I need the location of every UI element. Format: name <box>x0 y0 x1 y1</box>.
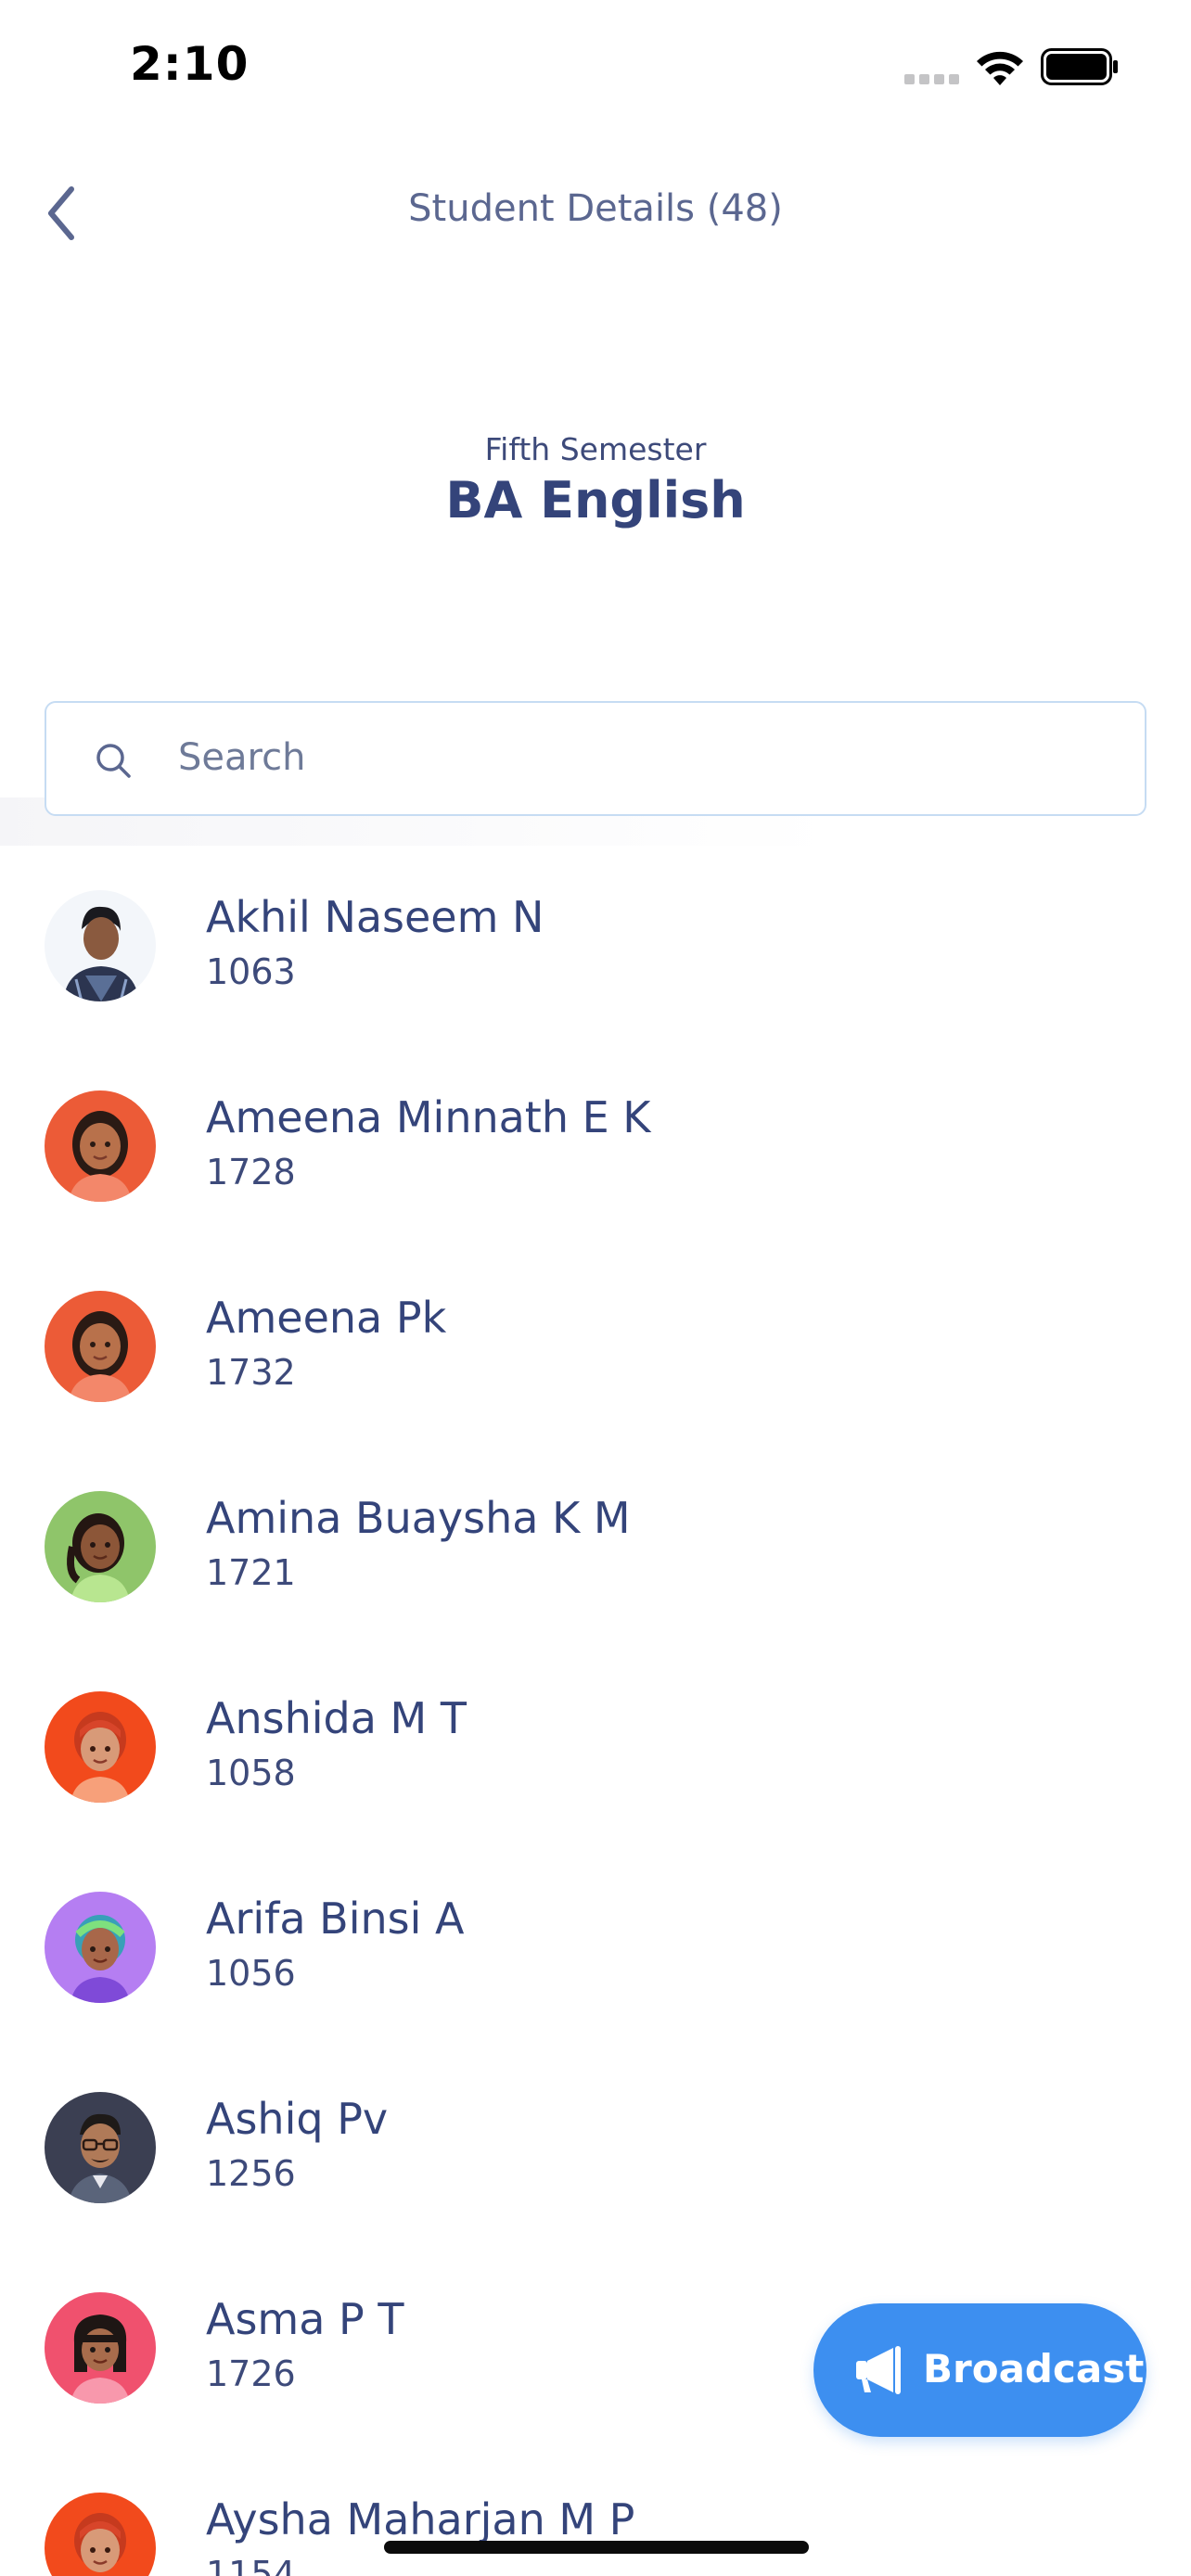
wifi-icon <box>977 51 1023 85</box>
student-name: Anshida M T <box>206 1693 467 1743</box>
student-avatar <box>45 1491 156 1602</box>
page-title: Student Details (48) <box>408 187 783 230</box>
search-input[interactable]: Search <box>45 701 1146 816</box>
student-name: Aysha Maharjan M P <box>206 2494 635 2544</box>
student-avatar <box>45 2092 156 2203</box>
student-details-screen: 2:10 Student Details (48) Fifth Semester… <box>0 0 1191 2576</box>
student-name: Akhil Naseem N <box>206 892 544 942</box>
student-id: 1726 <box>206 2353 296 2394</box>
student-id: 1721 <box>206 1552 296 1593</box>
student-name: Amina Buaysha K M <box>206 1493 631 1543</box>
status-bar: 2:10 <box>0 0 1191 139</box>
semester-label: Fifth Semester <box>484 431 707 467</box>
student-id: 1154 <box>206 2554 296 2576</box>
student-avatar <box>45 2292 156 2404</box>
cellular-signal-icon <box>904 74 960 87</box>
student-row[interactable]: Akhil Naseem N 1063 <box>0 846 1191 1046</box>
student-name: Arifa Binsi A <box>206 1894 465 1944</box>
student-avatar <box>45 1090 156 1202</box>
student-name: Ashiq Pv <box>206 2094 389 2144</box>
course-title: BA English <box>445 471 746 529</box>
megaphone-icon <box>856 2346 901 2394</box>
student-row[interactable]: Aysha Maharjan M P 1154 <box>0 2448 1191 2576</box>
student-id: 1056 <box>206 1953 296 1994</box>
student-row[interactable]: Ashiq Pv 1256 <box>0 2047 1191 2248</box>
nav-header: Student Details (48) <box>0 139 1191 278</box>
student-id: 1058 <box>206 1753 296 1793</box>
student-avatar <box>45 890 156 1001</box>
student-row[interactable]: Anshida M T 1058 <box>0 1647 1191 1847</box>
broadcast-label: Broadcast <box>923 2346 1145 2391</box>
student-name: Ameena Pk <box>206 1293 447 1343</box>
search-placeholder: Search <box>178 736 306 779</box>
student-id: 1256 <box>206 2153 296 2194</box>
student-row[interactable]: Ameena Minnath E K 1728 <box>0 1046 1191 1246</box>
student-row[interactable]: Ameena Pk 1732 <box>0 1246 1191 1447</box>
status-time: 2:10 <box>130 37 250 91</box>
home-indicator <box>384 2541 809 2554</box>
broadcast-button[interactable]: Broadcast <box>813 2303 1146 2437</box>
student-avatar <box>45 1892 156 2003</box>
student-avatar <box>45 1291 156 1402</box>
student-id: 1732 <box>206 1352 296 1393</box>
student-row[interactable]: Amina Buaysha K M 1721 <box>0 1447 1191 1647</box>
student-name: Ameena Minnath E K <box>206 1092 651 1142</box>
student-row[interactable]: Arifa Binsi A 1056 <box>0 1847 1191 2047</box>
student-name: Asma P T <box>206 2294 404 2344</box>
student-id: 1728 <box>206 1152 296 1192</box>
student-avatar <box>45 1691 156 1803</box>
student-id: 1063 <box>206 951 296 992</box>
search-icon <box>96 744 131 778</box>
battery-icon <box>1041 48 1118 85</box>
student-avatar <box>45 2493 156 2576</box>
